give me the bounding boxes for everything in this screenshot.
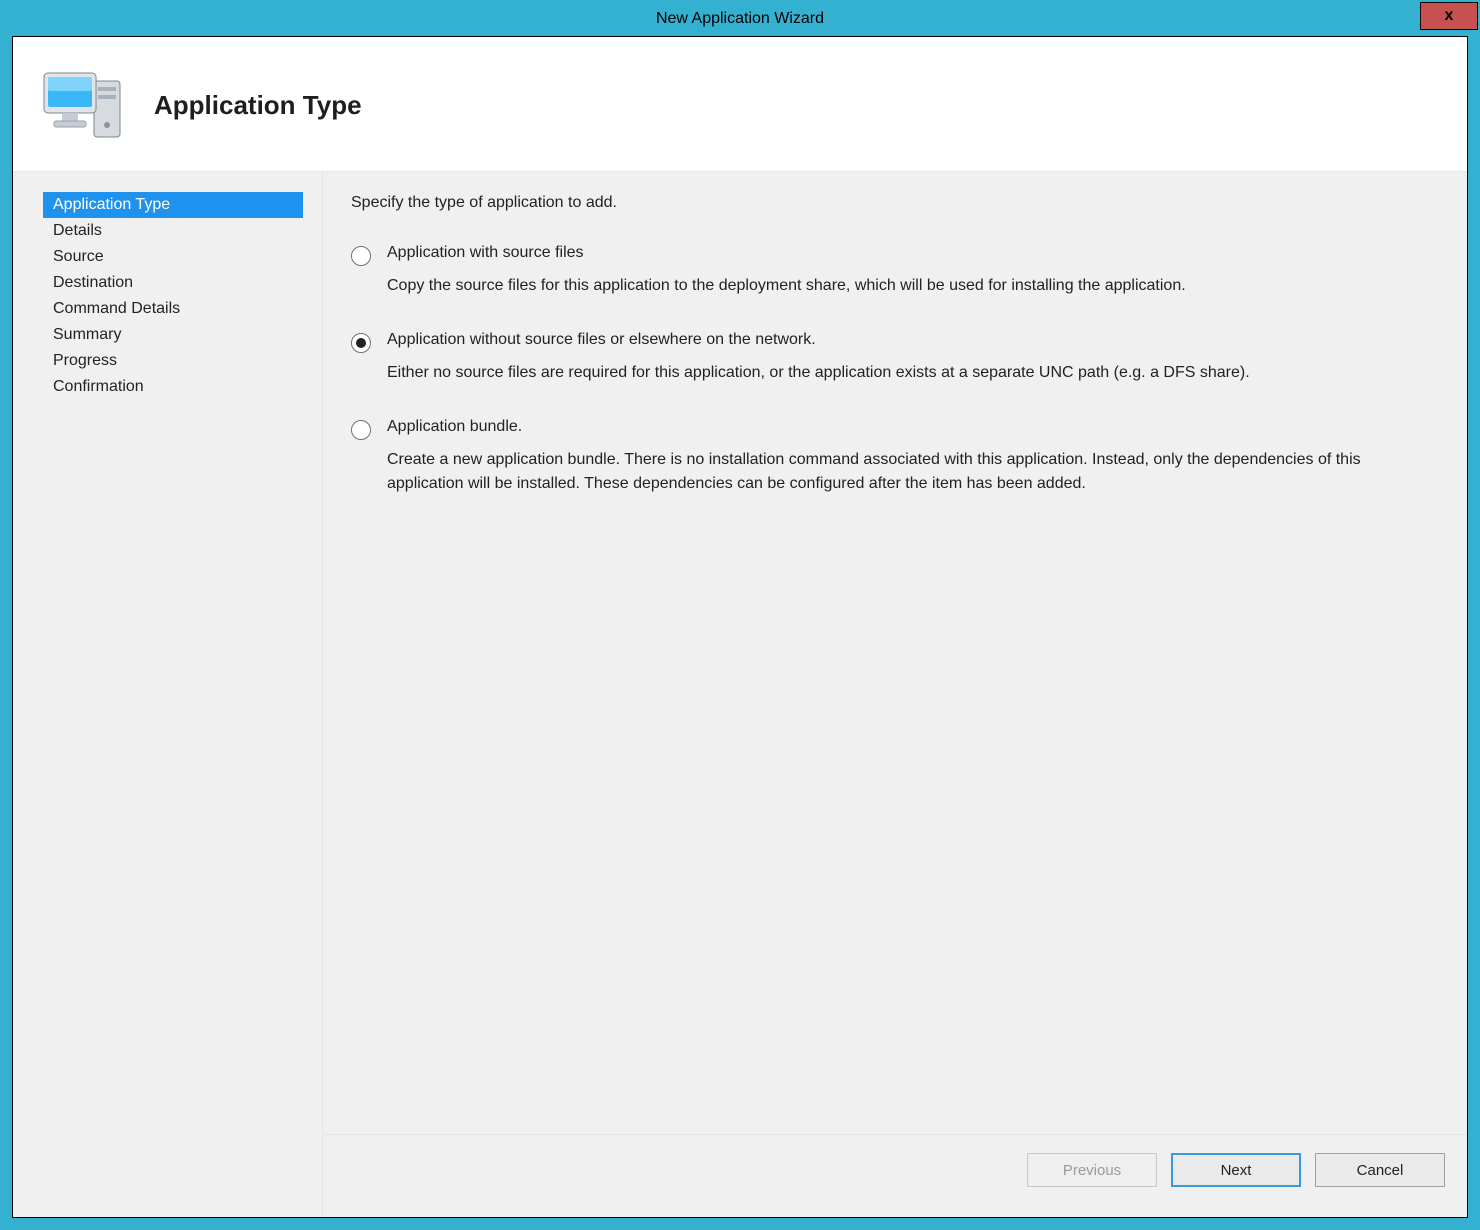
step-source[interactable]: Source <box>43 244 303 270</box>
option-with-source-desc: Copy the source files for this applicati… <box>387 274 1427 297</box>
previous-button: Previous <box>1027 1153 1157 1187</box>
step-progress[interactable]: Progress <box>43 348 303 374</box>
radio-bundle[interactable] <box>351 420 371 440</box>
step-summary[interactable]: Summary <box>43 322 303 348</box>
close-icon: x <box>1445 7 1454 25</box>
wizard-content: Specify the type of application to add. … <box>323 172 1467 1134</box>
step-confirmation[interactable]: Confirmation <box>43 374 303 400</box>
option-with-source-label: Application with source files <box>387 244 584 262</box>
wizard-main: Specify the type of application to add. … <box>323 172 1467 1217</box>
instruction-text: Specify the type of application to add. <box>351 194 1427 212</box>
page-title: Application Type <box>154 90 362 121</box>
next-button[interactable]: Next <box>1171 1153 1301 1187</box>
option-bundle-desc: Create a new application bundle. There i… <box>387 448 1427 494</box>
cancel-button[interactable]: Cancel <box>1315 1153 1445 1187</box>
close-button[interactable]: x <box>1420 2 1478 30</box>
client-area: Application Type Application Type Detail… <box>12 36 1468 1218</box>
option-without-source-desc: Either no source files are required for … <box>387 361 1427 384</box>
option-bundle-label: Application bundle. <box>387 418 522 436</box>
wizard-footer: Previous Next Cancel <box>323 1134 1467 1217</box>
titlebar: New Application Wizard x <box>2 2 1478 36</box>
step-details[interactable]: Details <box>43 218 303 244</box>
option-bundle[interactable]: Application bundle. <box>351 418 1427 440</box>
option-without-source[interactable]: Application without source files or else… <box>351 331 1427 353</box>
wizard-header: Application Type <box>13 37 1467 171</box>
computer-monitor-icon <box>25 55 140 155</box>
wizard-window: New Application Wizard x <box>0 0 1480 1230</box>
wizard-steps-sidebar: Application Type Details Source Destinat… <box>13 172 323 1217</box>
radio-with-source[interactable] <box>351 246 371 266</box>
option-without-source-label: Application without source files or else… <box>387 331 816 349</box>
step-application-type[interactable]: Application Type <box>43 192 303 218</box>
wizard-body: Application Type Details Source Destinat… <box>13 171 1467 1217</box>
step-destination[interactable]: Destination <box>43 270 303 296</box>
radio-without-source[interactable] <box>351 333 371 353</box>
window-title: New Application Wizard <box>656 10 824 28</box>
option-with-source[interactable]: Application with source files <box>351 244 1427 266</box>
step-command-details[interactable]: Command Details <box>43 296 303 322</box>
